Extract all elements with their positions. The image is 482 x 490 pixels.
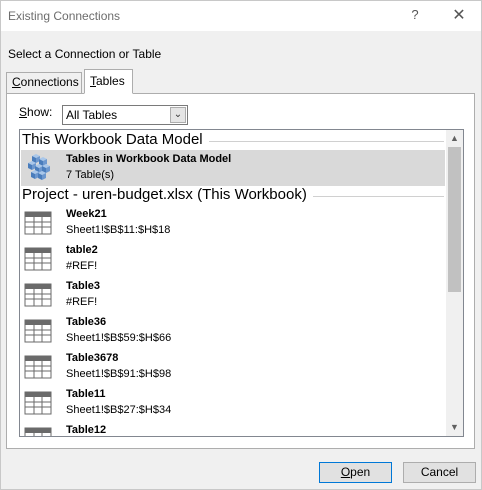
table-icon (24, 283, 52, 307)
item-name: Table3 (66, 280, 101, 292)
list-item[interactable]: Table3 #REF! (21, 277, 445, 313)
item-name: Tables in Workbook Data Model (66, 153, 232, 165)
table-icon (24, 427, 52, 436)
tab-connections[interactable]: Connections (6, 72, 82, 94)
open-button-label: pen (350, 465, 371, 479)
tables-tab-panel: Show: All Tables ⌄ Tables in Workbook Da… (6, 93, 475, 449)
list-item[interactable]: Week21 Sheet1!$B$11:$H$18 (21, 205, 445, 241)
item-name: Week21 (66, 208, 107, 220)
show-filter-select[interactable]: All Tables ⌄ (62, 105, 188, 125)
tab-connections-label: onnections (20, 75, 79, 89)
existing-connections-dialog: Existing Connections ? ✕ Select a Connec… (0, 0, 482, 490)
item-name: Table36 (66, 316, 107, 328)
dialog-title: Existing Connections (8, 9, 121, 23)
tab-connections-accesskey: C (12, 75, 21, 89)
scroll-down-icon[interactable]: ▼ (446, 419, 463, 436)
section-header: This Workbook Data Model (22, 131, 203, 148)
item-name: Table12 (66, 424, 107, 436)
scroll-up-icon[interactable]: ▲ (446, 130, 463, 147)
show-label: Show: (19, 105, 52, 119)
show-label-text: how: (27, 105, 53, 119)
show-label-accesskey: S (19, 105, 28, 119)
section-divider (313, 196, 444, 197)
section-divider (209, 141, 444, 142)
select-prompt: Select a Connection or Table (8, 47, 162, 61)
title-bar: Existing Connections ? ✕ (1, 1, 481, 31)
open-button-accesskey: O (340, 465, 351, 479)
section-header: Project - uren-budget.xlsx (This Workboo… (22, 186, 307, 203)
item-detail: Sheet1!$B$59:$H$66 (66, 332, 172, 344)
cancel-button[interactable]: Cancel (403, 462, 476, 483)
tab-tables-label: ables (96, 74, 125, 88)
item-detail: Sheet1!$B$27:$H$34 (66, 404, 172, 416)
table-icon (24, 391, 52, 415)
item-name: Table3678 (66, 352, 119, 364)
connection-table-list[interactable]: Tables in Workbook Data Model 7 Table(s) W… (19, 129, 464, 437)
chevron-down-icon[interactable]: ⌄ (170, 107, 186, 123)
data-model-cube-icon (28, 154, 50, 180)
item-detail: #REF! (66, 260, 98, 272)
item-name: table2 (66, 244, 98, 256)
item-detail: 7 Table(s) (66, 169, 115, 181)
list-item[interactable]: Table36 Sheet1!$B$59:$H$66 (21, 313, 445, 349)
table-icon (24, 211, 52, 235)
table-icon (24, 247, 52, 271)
close-icon[interactable]: ✕ (449, 6, 469, 26)
table-icon (24, 319, 52, 343)
list-item[interactable]: Table3678 Sheet1!$B$91:$H$98 (21, 349, 445, 385)
open-button[interactable]: Open (319, 462, 392, 483)
item-detail: #REF! (66, 296, 98, 308)
list-item[interactable]: table2 #REF! (21, 241, 445, 277)
table-icon (24, 355, 52, 379)
item-name: Table11 (66, 388, 106, 400)
item-detail: Sheet1!$B$11:$H$18 (66, 224, 171, 236)
list-item[interactable]: Tables in Workbook Data Model 7 Table(s) (21, 150, 445, 186)
tab-tables[interactable]: Tables (84, 69, 133, 94)
item-detail: Sheet1!$B$91:$H$98 (66, 368, 172, 380)
show-filter-value: All Tables (66, 108, 118, 122)
list-scrollbar[interactable]: ▲ ▼ (446, 130, 463, 436)
list-item[interactable]: Table12 (21, 421, 445, 436)
list-item[interactable]: Table11 Sheet1!$B$27:$H$34 (21, 385, 445, 421)
help-icon[interactable]: ? (407, 7, 423, 25)
scroll-thumb[interactable] (448, 147, 461, 292)
